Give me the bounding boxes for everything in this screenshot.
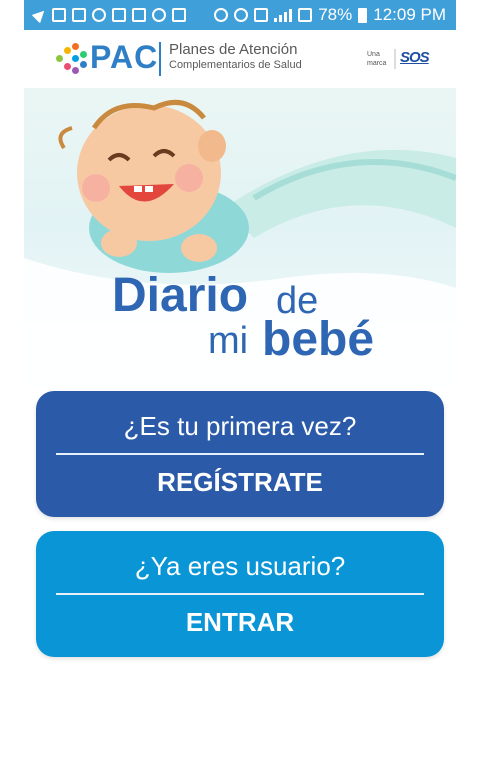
- register-question: ¿Es tu primera vez?: [123, 411, 357, 441]
- app-title-mi: mi: [208, 320, 249, 362]
- wifi-icon: [234, 8, 249, 22]
- logo-divider: [159, 42, 161, 76]
- signal-box-icon: [298, 8, 313, 22]
- pac-logo-text: PAC: [90, 39, 159, 75]
- pac-logo-icon: [56, 43, 88, 75]
- battery-icon: [358, 7, 368, 23]
- login-divider: [56, 593, 424, 595]
- sos-logo-text: SOS: [400, 49, 430, 66]
- sos-logo: SOS: [394, 49, 448, 69]
- gallery-icon: [132, 8, 146, 22]
- una-marca-label: Una marca: [367, 51, 387, 67]
- image-icon: [52, 8, 66, 22]
- app-title-bebe: bebé: [262, 313, 375, 366]
- navigation-icon: [31, 6, 49, 24]
- status-bar: 78% 12:09 PM: [24, 0, 456, 30]
- mail-icon: [72, 8, 86, 22]
- brand-line1: Planes de Atención: [169, 41, 298, 58]
- system-status: 78% 12:09 PM: [214, 0, 446, 30]
- microphone-icon: [152, 8, 166, 22]
- brand-line2: Complementarios de Salud: [169, 59, 302, 71]
- signal-icon: [274, 8, 293, 22]
- register-divider: [56, 453, 424, 455]
- voicemail-icon: [172, 8, 186, 22]
- messenger-icon: [92, 8, 106, 22]
- email-icon: [112, 8, 126, 22]
- clock: 12:09 PM: [373, 5, 446, 24]
- register-card[interactable]: ¿Es tu primera vez? REGÍSTRATE: [36, 391, 444, 517]
- login-question: ¿Ya eres usuario?: [134, 551, 346, 581]
- login-button[interactable]: ENTRAR: [36, 607, 444, 638]
- alarm-icon: [214, 8, 229, 22]
- login-card[interactable]: ¿Ya eres usuario? ENTRAR: [36, 531, 444, 657]
- app-title-diario: Diario: [112, 269, 249, 322]
- notification-icons: [24, 6, 186, 24]
- battery-percent: 78%: [318, 5, 353, 24]
- nfc-icon: [254, 8, 269, 22]
- phone-screen: 78% 12:09 PM PAC Planes de Atención Comp…: [24, 0, 456, 769]
- register-button[interactable]: REGÍSTRATE: [36, 467, 444, 498]
- brand-header: PAC Planes de Atención Complementarios d…: [24, 30, 456, 88]
- hero-banner: Diario de mi bebé: [24, 88, 456, 388]
